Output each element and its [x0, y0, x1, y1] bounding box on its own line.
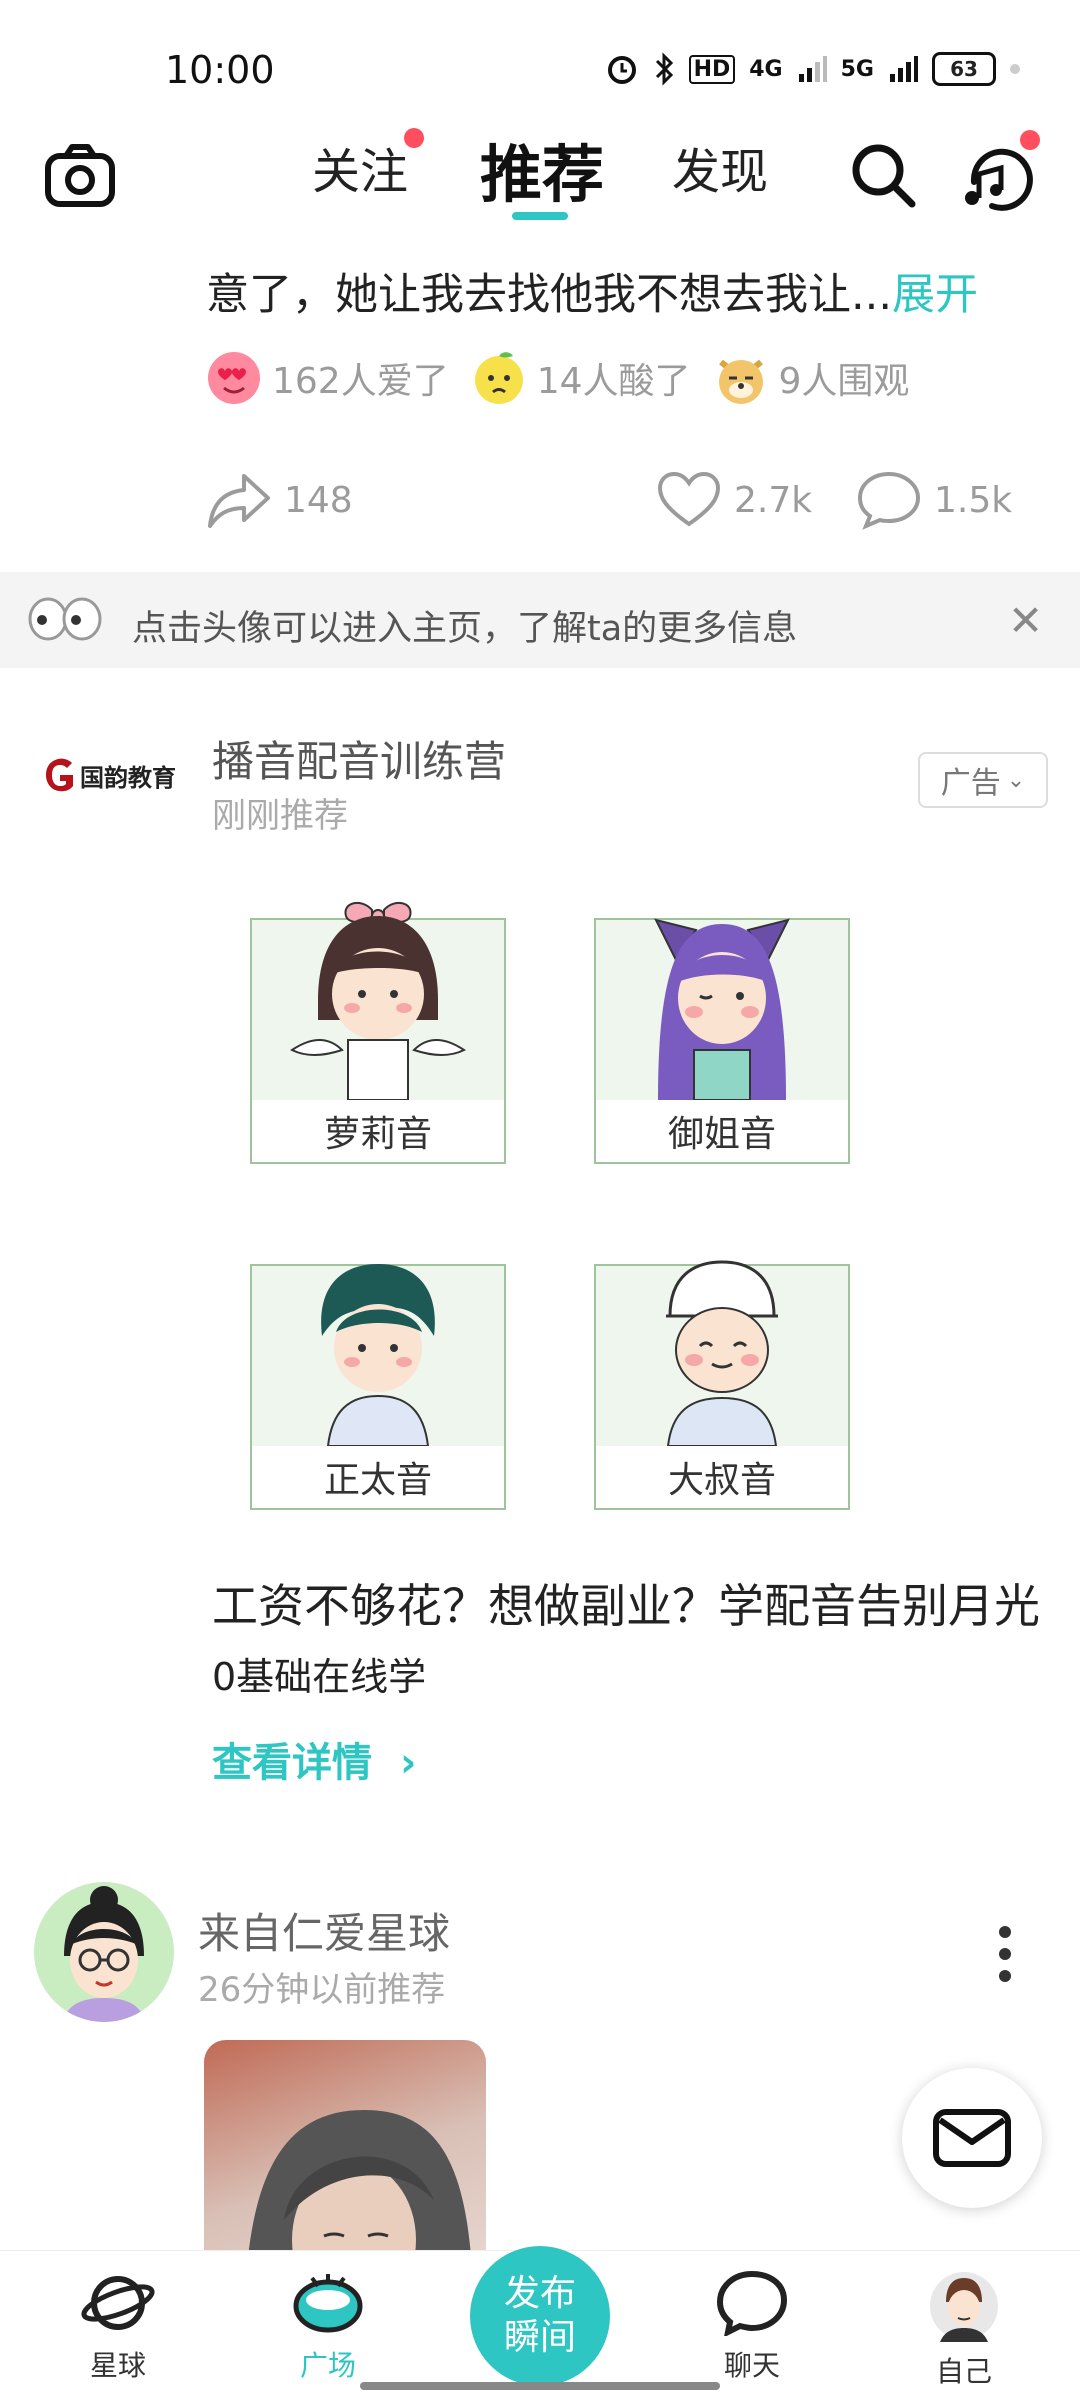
view-details-label: 查看详情	[212, 1740, 372, 1786]
camera-icon[interactable]	[44, 140, 116, 212]
square-eye-icon	[293, 2274, 363, 2333]
tab-recommend[interactable]: 推荐	[480, 124, 604, 214]
man-cap-illustration	[666, 1260, 778, 1446]
reaction-love[interactable]: 162人爱了	[206, 350, 449, 406]
heart-icon	[657, 471, 721, 527]
post-source[interactable]: 来自仁爱星球	[198, 1900, 450, 1961]
alarm-icon	[607, 56, 636, 84]
my-avatar-icon	[930, 2272, 998, 2342]
ad-badge-label: 广告	[940, 766, 1001, 801]
voice-card-loli[interactable]: 萝莉音	[250, 901, 506, 1164]
like-count: 2.7k	[734, 479, 813, 521]
advertiser-logo[interactable]: 国韵教育	[44, 757, 176, 793]
like-button[interactable]: 2.7k	[656, 470, 812, 530]
share-icon	[208, 474, 270, 528]
nav-item-me[interactable]: 自己	[894, 2270, 1034, 2390]
nav-label-chat: 聊天	[723, 2349, 780, 2382]
music-notify-dot	[1020, 130, 1040, 150]
status-time: 10:00	[165, 48, 275, 92]
ad-headline[interactable]: 工资不够花？想做副业？学配音告别月光	[212, 1570, 1040, 1636]
battery-level: 63	[950, 57, 978, 81]
nav-label-me: 自己	[935, 2355, 992, 2388]
network-4g-label: 4G	[749, 56, 783, 82]
publish-moment-button[interactable]: 发布 瞬间	[470, 2246, 610, 2386]
tab-discover[interactable]: 发现	[672, 132, 768, 202]
publish-label-1: 发布	[503, 2273, 576, 2314]
voice-card-yujie[interactable]: 御姐音	[594, 918, 850, 1164]
network-5g-label: 5G	[840, 56, 874, 82]
tab-follow[interactable]: 关注	[312, 132, 408, 202]
ad-badge[interactable]: 广告 ⌄	[918, 752, 1048, 808]
battery-indicator: 63	[932, 52, 996, 86]
eyes-icon	[28, 597, 102, 641]
advertiser-name[interactable]: 播音配音训练营	[212, 728, 506, 789]
chevron-down-icon: ⌄	[1006, 767, 1026, 793]
glasses-girl-avatar-illustration	[62, 1886, 146, 2022]
advertiser-logo-icon	[46, 758, 73, 792]
signal-icon	[798, 56, 827, 82]
active-tab-indicator	[512, 212, 568, 220]
voice-label-dashu: 大叔音	[596, 1446, 848, 1508]
tip-text: 点击头像可以进入主页，了解ta的更多信息	[132, 609, 798, 649]
girl-cat-ears-illustration	[654, 918, 790, 1100]
message-button[interactable]	[902, 2068, 1042, 2208]
reaction-sour[interactable]: 14人酸了	[471, 350, 691, 406]
nav-label-square: 广场	[299, 2349, 356, 2382]
heart-eyes-emoji-icon	[208, 352, 260, 404]
publish-label-2: 瞬间	[503, 2317, 576, 2358]
share-count: 148	[284, 479, 353, 521]
ad-recommend-time: 刚刚推荐	[212, 796, 348, 836]
reaction-sour-text: 14人酸了	[536, 361, 691, 402]
follow-notify-dot	[404, 128, 424, 148]
advertiser-logo-text: 国韵教育	[80, 763, 176, 792]
boy-illustration	[321, 1264, 435, 1446]
chevron-right-icon: ›	[399, 1740, 417, 1786]
reaction-watch[interactable]: 9人围观	[713, 350, 910, 406]
nav-item-chat[interactable]: 聊天	[682, 2270, 822, 2384]
nav-item-square[interactable]: 广场	[258, 2270, 398, 2384]
voice-card-dashu[interactable]: 大叔音	[594, 1260, 850, 1510]
status-icons: HD 4G 5G 63	[605, 52, 1020, 86]
home-indicator[interactable]	[360, 2382, 720, 2390]
post-text[interactable]: 意了，她让我去找他我不想去我让...展开	[206, 260, 978, 322]
more-options-icon[interactable]	[996, 1924, 1014, 1984]
mail-icon	[933, 2109, 1011, 2167]
comment-icon	[857, 471, 921, 530]
expand-link[interactable]: 展开	[892, 270, 978, 320]
girl-bow-illustration	[290, 901, 466, 1100]
voice-label-zhengtai: 正太音	[252, 1446, 504, 1508]
reaction-summary: 162人爱了 14人酸了 9人围观	[206, 350, 931, 406]
doge-emoji-icon	[718, 359, 763, 404]
ad-tagline[interactable]: 0基础在线学	[212, 1646, 426, 1701]
voice-label-yujie: 御姐音	[596, 1100, 848, 1162]
planet-icon	[81, 2276, 155, 2330]
post-time: 26分钟以前推荐	[198, 1970, 446, 2010]
search-icon[interactable]	[848, 140, 918, 210]
nav-label-planet: 星球	[89, 2349, 146, 2382]
comment-button[interactable]: 1.5k	[856, 470, 1012, 530]
status-dot	[1010, 64, 1020, 74]
sour-lemon-emoji-icon	[474, 352, 523, 404]
share-button[interactable]: 148	[206, 470, 353, 530]
reaction-love-text: 162人爱了	[272, 361, 449, 402]
avatar[interactable]	[34, 1882, 174, 2022]
view-details-link[interactable]: 查看详情 ›	[212, 1730, 416, 1788]
hd-label: HD	[688, 54, 736, 84]
reaction-watch-text: 9人围观	[778, 361, 910, 402]
close-icon[interactable]: ✕	[1008, 596, 1043, 645]
voice-label-loli: 萝莉音	[252, 1100, 504, 1162]
chat-bubble-icon	[716, 2270, 788, 2336]
voice-card-zhengtai[interactable]: 正太音	[250, 1264, 506, 1510]
post-body: 意了，她让我去找他我不想去我让...	[206, 270, 893, 320]
signal-icon-2	[890, 56, 918, 82]
comment-count: 1.5k	[934, 479, 1013, 521]
nav-item-planet[interactable]: 星球	[48, 2270, 188, 2384]
bluetooth-icon	[655, 52, 673, 86]
